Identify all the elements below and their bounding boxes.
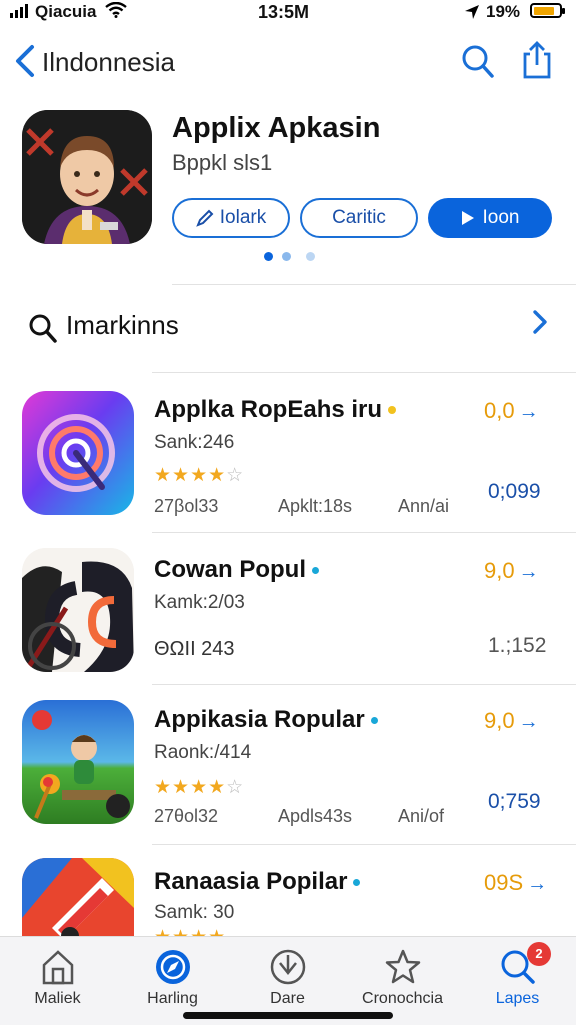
pen-icon — [195, 209, 214, 227]
list-item[interactable]: Applka RopEahs iru Sank:246 ★★★★☆ 27βol3… — [0, 374, 576, 530]
arrow-right-icon: → — [518, 711, 539, 733]
price-value: 09S — [484, 870, 524, 895]
meta-age: Αni/of — [398, 806, 445, 826]
price-label: 9,0 → — [484, 708, 539, 734]
meta-category: Apklt:18s — [278, 496, 353, 516]
meta-size: 27θol32 — [154, 806, 219, 826]
arrow-right-icon: → — [527, 873, 548, 895]
status-time: 13:5M — [258, 2, 310, 22]
download-icon — [268, 947, 308, 987]
meta-size: ΘΩΙΙ 243 — [154, 638, 235, 660]
meta-category: Apdls43s — [278, 806, 353, 826]
wifi-icon — [105, 1, 127, 23]
tab-label: Lapes — [495, 990, 540, 1007]
list-item[interactable]: Appikasia Ropular Raonk:/414 ★★★★☆ 27θol… — [0, 686, 576, 842]
play-icon — [461, 210, 475, 226]
page-dot — [282, 252, 291, 261]
secondary-action-label: Caritic — [332, 207, 386, 228]
price-value: 9,0 — [484, 708, 515, 733]
price-value: 0,0 — [484, 398, 515, 423]
compass-icon — [153, 947, 193, 987]
rank-label: Kamk:2/03 — [154, 592, 245, 613]
app-name: Ranaasia Popilar — [154, 868, 361, 896]
rank-label: Sank:246 — [154, 432, 235, 453]
rating-stars: ★★★★☆ — [154, 465, 245, 486]
list-item[interactable]: Ranaasia Popilar Samk: 30 ★★★★ 09S→ — [0, 846, 576, 936]
rating-stars: ★★★★☆ — [154, 777, 245, 798]
carrier-name: Qiacuia — [35, 2, 97, 21]
section-title: Imarkinns — [66, 310, 179, 340]
divider — [152, 684, 576, 685]
app-title: Applix Apkasin — [172, 112, 381, 144]
price-label: 09S → — [484, 870, 547, 896]
star-icon — [383, 947, 423, 987]
app-icon — [22, 548, 134, 672]
arrow-right-icon: → — [518, 401, 539, 423]
signal-icon — [10, 3, 32, 23]
tab-lapes[interactable]: Lapes — [460, 937, 575, 1025]
app-icon — [22, 700, 134, 824]
live-dot — [353, 879, 361, 887]
secondary-action-button[interactable]: Caritic — [300, 198, 418, 238]
pen-action-button[interactable]: Iolark — [172, 198, 290, 238]
page-dot — [306, 252, 315, 261]
app-icon — [22, 858, 134, 936]
app-name-text: Cowan Popul — [154, 556, 306, 583]
signal-carrier: Qiacuia — [10, 1, 127, 23]
battery-percent: 19% — [486, 2, 521, 21]
arrow-right-icon: → — [518, 561, 539, 583]
play-button[interactable]: Ioon — [428, 198, 552, 238]
live-dot — [312, 567, 319, 575]
download-count: 0;099 — [488, 480, 541, 503]
pen-action-label: Iolark — [219, 207, 267, 228]
meta-size: 27βol33 — [154, 496, 219, 516]
app-name: Applka RopEahs iru — [154, 396, 383, 423]
divider — [172, 284, 576, 285]
price-label: 0,0 → — [484, 398, 539, 424]
back-label: Ilndonnesia — [42, 47, 175, 77]
tab-label: Maliek — [34, 990, 81, 1007]
tab-label: Harling — [147, 990, 198, 1007]
price-value: 9,0 — [484, 558, 515, 583]
location-arrow-icon — [464, 4, 480, 25]
divider — [152, 844, 576, 845]
tab-maliek[interactable]: Maliek — [0, 937, 115, 1025]
battery-icon — [530, 3, 565, 18]
divider — [152, 532, 576, 533]
badge-dot — [388, 406, 396, 414]
play-label: Ioon — [482, 207, 520, 228]
rating-stars: ★★★★ — [154, 926, 226, 936]
home-indicator[interactable] — [183, 1012, 393, 1019]
download-count: 1.;152 — [488, 634, 547, 657]
section-search-icon — [28, 312, 58, 349]
house-icon — [38, 947, 78, 987]
live-dot — [370, 717, 378, 725]
chevron-left-icon — [12, 44, 36, 83]
share-icon[interactable] — [521, 40, 553, 85]
page-dot — [264, 252, 273, 261]
list-item[interactable]: Cowan Popul Kamk:2/03 ΘΩΙΙ 243 9,0 → 1.;1… — [0, 534, 576, 682]
tab-label: Cronochcia — [362, 990, 443, 1007]
app-name: Appikasia Ropular — [154, 706, 378, 734]
app-icon — [22, 391, 134, 515]
download-count: 0;759 — [488, 790, 541, 813]
app-name-text: Ranaasia Popilar — [154, 868, 348, 895]
status-bar: Qiacuia 13:5M 19% — [0, 0, 576, 24]
divider — [152, 372, 576, 373]
app-subtitle: Bppkl sls1 — [172, 150, 273, 175]
notification-badge: 2 — [527, 942, 551, 966]
app-name-text: Appikasia Ropular — [154, 706, 365, 733]
rank-label: Raonk:/414 — [154, 742, 252, 763]
price-label: 9,0 → — [484, 558, 539, 584]
app-icon — [22, 110, 152, 244]
app-name: Cowan Popul — [154, 556, 319, 584]
rank-label: Samk: 30 — [154, 902, 235, 923]
meta-age: Αnn/ai — [398, 496, 450, 516]
tab-label: Dare — [270, 990, 305, 1007]
chevron-right-icon[interactable] — [530, 308, 550, 341]
search-icon[interactable] — [460, 42, 496, 85]
